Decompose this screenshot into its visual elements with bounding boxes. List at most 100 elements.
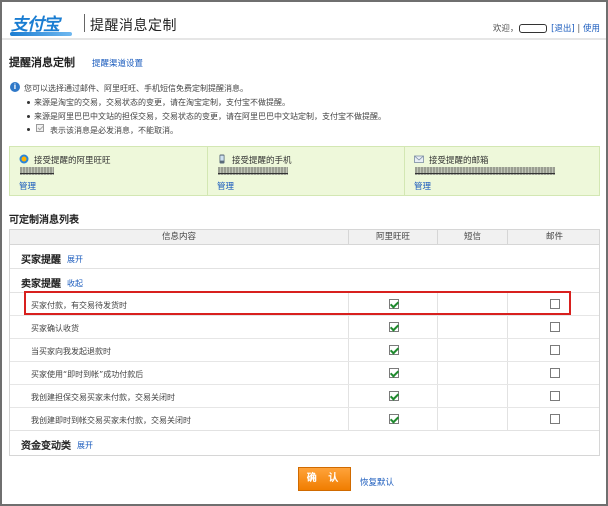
email-checkbox[interactable] bbox=[550, 322, 560, 332]
content-cell: 买家付款，有交易待发货时 bbox=[10, 293, 348, 315]
table-row: 当买家向我发起退款时 bbox=[10, 339, 599, 362]
seller-rows: 买家付款，有交易待发货时 买家确认收货当买家向我发起退款时买家使用“即时到帐”成功… bbox=[10, 293, 599, 431]
wangwang-checkbox[interactable] bbox=[388, 299, 399, 309]
channel-wangwang: 接受提醒的阿里旺旺 管理 bbox=[10, 147, 207, 195]
column-header-sms: 短信 bbox=[437, 230, 507, 245]
redaction-line bbox=[20, 173, 54, 174]
user-area: 欢迎， [退出] | 使用 bbox=[493, 22, 600, 34]
table-row: 我创建即时到帐交易买家未付款，交易关闭时 bbox=[10, 408, 599, 431]
wangwang-checkbox[interactable] bbox=[388, 368, 399, 378]
wangwang-cell bbox=[348, 316, 437, 338]
table-row: 我创建担保交易买家未付款，交易关闭时 bbox=[10, 385, 599, 408]
content-cell: 买家确认收货 bbox=[10, 316, 348, 338]
sms-cell bbox=[437, 293, 507, 315]
channel-mobile: 接受提醒的手机 管理 bbox=[207, 147, 404, 195]
wangwang-cell bbox=[348, 362, 437, 384]
wangwang-checkbox[interactable] bbox=[388, 414, 399, 424]
expand-link[interactable]: 展开 bbox=[67, 254, 83, 265]
manage-link[interactable]: 管理 bbox=[217, 180, 234, 192]
sms-cell bbox=[437, 339, 507, 361]
email-cell bbox=[507, 385, 601, 407]
redaction-line bbox=[218, 173, 288, 174]
sms-cell bbox=[437, 408, 507, 430]
table-row: 买家使用“即时到帐”成功付款后 bbox=[10, 362, 599, 385]
email-checkbox[interactable] bbox=[550, 414, 560, 424]
manage-link[interactable]: 管理 bbox=[414, 180, 431, 192]
table-row: 买家付款，有交易待发货时 bbox=[10, 293, 599, 316]
group-label: 资金变动类 bbox=[21, 441, 71, 452]
redaction-line bbox=[415, 173, 555, 174]
page-title: 提醒消息定制 bbox=[9, 56, 75, 69]
sms-cell bbox=[437, 362, 507, 384]
row-label: 买家确认收货 bbox=[31, 324, 79, 333]
top-header: 支付宝 提醒消息定制 欢迎， [退出] | 使用 bbox=[2, 2, 606, 40]
manage-link[interactable]: 管理 bbox=[19, 180, 36, 192]
note-line: 来源是淘宝的交易，交易状态的变更，请在淘宝定制，支付宝不做提醒。 bbox=[34, 98, 290, 107]
note-line: 表示该消息是必发消息，不能取消。 bbox=[50, 126, 178, 135]
intro-note: 您可以选择通过邮件、阿里旺旺、手机短信免费定制提醒消息。 bbox=[24, 84, 248, 93]
row-label: 买家付款，有交易待发货时 bbox=[31, 301, 127, 310]
message-table: 信息内容 阿里旺旺 短信 邮件 买家提醒 展开 卖家提醒 收起 买家付款，有交易… bbox=[9, 229, 600, 456]
group-label: 买家提醒 bbox=[21, 255, 61, 266]
mail-icon bbox=[414, 155, 424, 163]
channels-panel: 接受提醒的阿里旺旺 管理 接受提醒的手机 管理 接受提醒的邮箱 管理 bbox=[9, 146, 600, 196]
group-seller: 卖家提醒 收起 bbox=[10, 269, 599, 293]
channel-title: 接受提醒的手机 bbox=[232, 156, 292, 166]
info-icon: i bbox=[10, 82, 20, 92]
mobile-phone-icon bbox=[219, 154, 225, 164]
user-name bbox=[519, 24, 548, 33]
note-line: 来源是阿里巴巴中文站的担保交易，交易状态的变更，请在阿里巴巴中文站定制，支付宝不… bbox=[34, 112, 386, 121]
bullet-icon bbox=[27, 128, 30, 131]
wangwang-checkbox[interactable] bbox=[388, 345, 399, 355]
channel-email: 接受提醒的邮箱 管理 bbox=[404, 147, 601, 195]
email-checkbox[interactable] bbox=[550, 299, 560, 309]
content-cell: 买家使用“即时到帐”成功付款后 bbox=[10, 362, 348, 384]
wangwang-checkbox[interactable] bbox=[388, 322, 399, 332]
channel-title: 接受提醒的阿里旺旺 bbox=[34, 156, 111, 166]
email-cell bbox=[507, 293, 601, 315]
wangwang-cell bbox=[348, 339, 437, 361]
help-link[interactable]: 使用 bbox=[583, 24, 600, 34]
column-header-email: 邮件 bbox=[507, 230, 601, 245]
table-row: 买家确认收货 bbox=[10, 316, 599, 339]
header-divider bbox=[84, 14, 85, 32]
email-cell bbox=[507, 362, 601, 384]
wangwang-cell bbox=[348, 385, 437, 407]
group-buyer: 买家提醒 展开 bbox=[10, 245, 599, 269]
sms-cell bbox=[437, 316, 507, 338]
email-checkbox[interactable] bbox=[550, 345, 560, 355]
column-header-wangwang: 阿里旺旺 bbox=[348, 230, 437, 245]
email-cell bbox=[507, 408, 601, 430]
column-header-content: 信息内容 bbox=[161, 232, 196, 242]
row-label: 买家使用“即时到帐”成功付款后 bbox=[31, 370, 144, 379]
row-label: 我创建担保交易买家未付款，交易关闭时 bbox=[31, 393, 175, 402]
collapse-link[interactable]: 收起 bbox=[67, 278, 83, 289]
bullet-icon bbox=[27, 115, 30, 118]
content-cell: 我创建担保交易买家未付款，交易关闭时 bbox=[10, 385, 348, 407]
email-cell bbox=[507, 316, 601, 338]
email-checkbox[interactable] bbox=[550, 368, 560, 378]
aliwangwang-icon bbox=[19, 154, 29, 164]
sms-cell bbox=[437, 385, 507, 407]
wangwang-cell bbox=[348, 293, 437, 315]
channel-title: 接受提醒的邮箱 bbox=[429, 156, 489, 166]
greeting-text: 欢迎， bbox=[492, 24, 519, 34]
group-funds: 资金变动类 展开 bbox=[10, 431, 599, 455]
wangwang-checkbox[interactable] bbox=[388, 391, 399, 401]
row-label: 我创建即时到帐交易买家未付款，交易关闭时 bbox=[31, 416, 191, 425]
content-cell: 我创建即时到帐交易买家未付款，交易关闭时 bbox=[10, 408, 348, 430]
wangwang-cell bbox=[348, 408, 437, 430]
reset-default-link[interactable]: 恢复默认 bbox=[360, 476, 394, 488]
logo-swoosh bbox=[10, 32, 72, 36]
channel-settings-link[interactable]: 提醒渠道设置 bbox=[92, 57, 143, 69]
required-check-icon bbox=[36, 124, 44, 132]
header-separator: | bbox=[577, 24, 581, 34]
list-title: 可定制消息列表 bbox=[9, 215, 79, 226]
logout-link[interactable]: [退出] bbox=[551, 24, 575, 34]
expand-link[interactable]: 展开 bbox=[77, 440, 93, 451]
confirm-button[interactable]: 确 认 bbox=[298, 467, 351, 491]
group-label: 卖家提醒 bbox=[21, 279, 61, 290]
row-label: 当买家向我发起退款时 bbox=[31, 347, 111, 356]
content-cell: 当买家向我发起退款时 bbox=[10, 339, 348, 361]
email-checkbox[interactable] bbox=[550, 391, 560, 401]
